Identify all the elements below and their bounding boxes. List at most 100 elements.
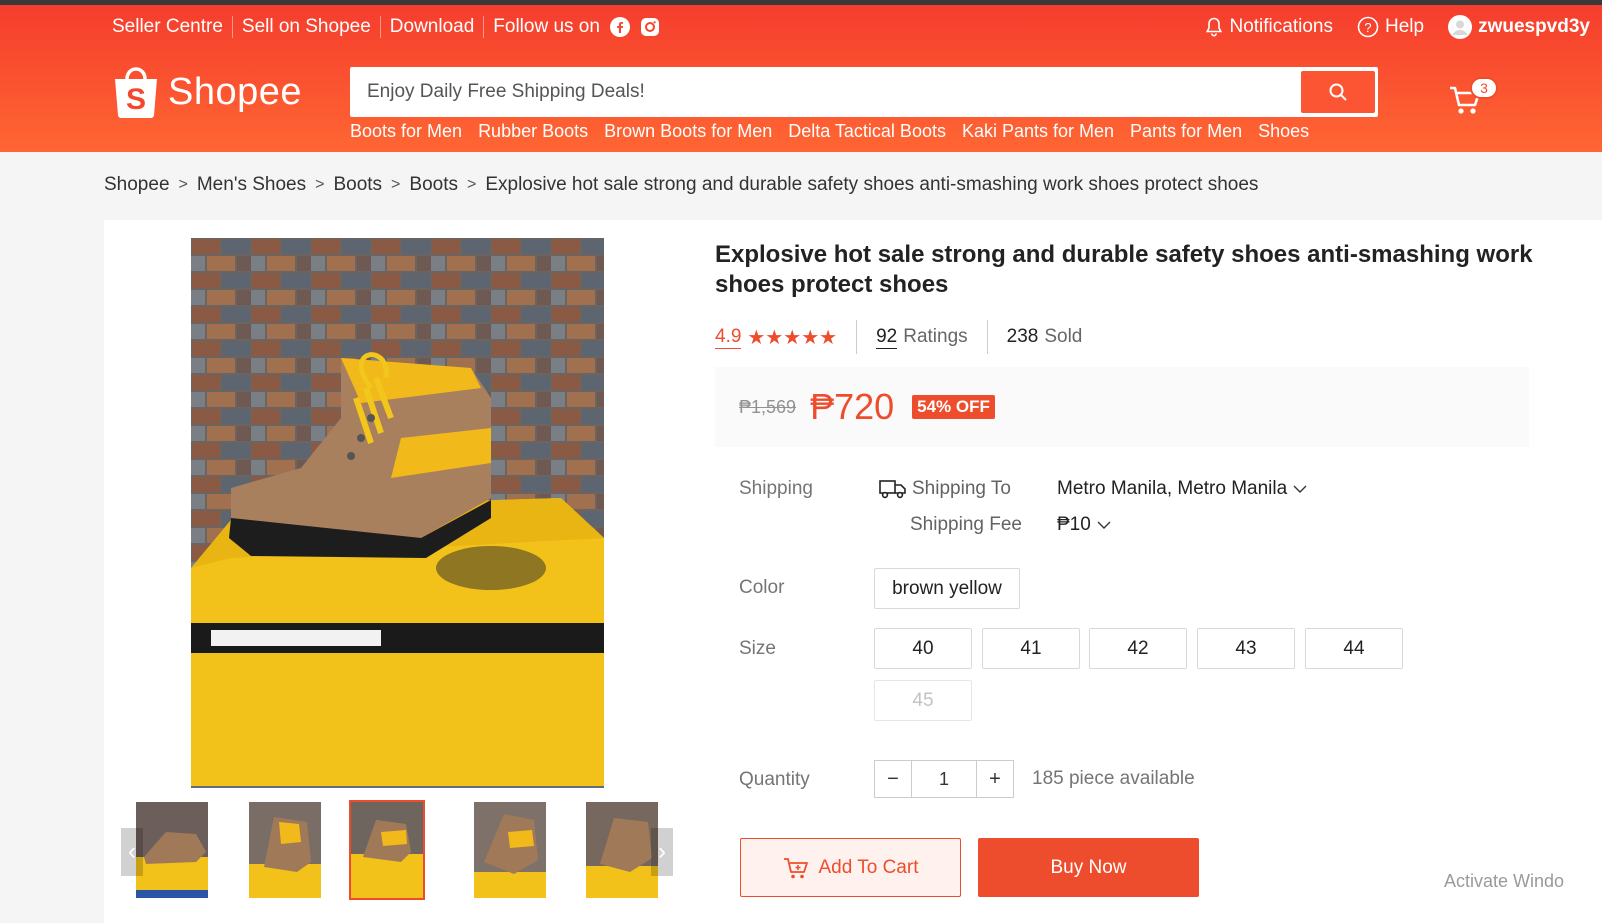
original-price: ₱1,569	[739, 396, 797, 417]
shipping-to-label: Shipping To	[912, 478, 1011, 499]
follow-label: Follow us on	[493, 16, 600, 37]
username: zwuespvd3y	[1478, 16, 1590, 37]
shipping-fee-row: Shipping Fee	[910, 514, 1022, 536]
size-option-43[interactable]: 43	[1197, 628, 1295, 669]
suggestion-link[interactable]: Brown Boots for Men	[604, 121, 772, 142]
suggestion-link[interactable]: Shoes	[1258, 121, 1309, 142]
search-button[interactable]	[1301, 71, 1375, 113]
thumbnail-strip: ‹ ›	[121, 800, 673, 903]
quantity-stepper: − 1 + 185 piece available	[874, 760, 1195, 798]
buy-now-button[interactable]: Buy Now	[978, 838, 1199, 897]
thumbnail[interactable]	[584, 800, 660, 900]
thumbnail-next-button[interactable]: ›	[651, 828, 673, 876]
breadcrumb-boots-sub[interactable]: Boots	[409, 174, 458, 196]
logo-text: Shopee	[168, 70, 303, 113]
price-box: ₱1,569 ₱720 54% OFF	[715, 367, 1529, 447]
sold-count: 238	[1006, 326, 1039, 347]
cart-button[interactable]: 3	[1448, 77, 1498, 123]
top-navbar: Seller Centre Sell on Shopee Download Fo…	[112, 13, 1602, 41]
cart-count-badge: 3	[1470, 77, 1498, 99]
shipping-fee-dropdown[interactable]: ₱10	[1057, 514, 1111, 536]
shipping-to-row: Shipping To	[879, 478, 1011, 500]
quantity-label: Quantity	[739, 769, 810, 790]
account-menu[interactable]: zwuespvd3y	[1436, 15, 1602, 39]
seller-centre-link[interactable]: Seller Centre	[112, 15, 232, 39]
follow-us: Follow us on	[484, 16, 660, 38]
thumbnail-active[interactable]	[349, 800, 425, 900]
chevron-down-icon	[1097, 521, 1111, 529]
quantity-decrease-button[interactable]: −	[874, 760, 912, 798]
thumbnail-prev-button[interactable]: ‹	[121, 828, 143, 876]
breadcrumb-boots[interactable]: Boots	[333, 174, 382, 196]
shopping-bag-logo-icon: S	[115, 67, 157, 118]
quantity-increase-button[interactable]: +	[976, 760, 1014, 798]
product-card: ‹ › Explosive hot sale strong and durabl…	[104, 220, 1602, 923]
color-label: Color	[739, 577, 785, 598]
chevron-down-icon	[1293, 485, 1307, 493]
discount-badge: 54% OFF	[912, 395, 995, 419]
product-main-image[interactable]	[191, 238, 604, 788]
chevron-right-icon: >	[466, 176, 477, 193]
breadcrumb-mens-shoes[interactable]: Men's Shoes	[197, 174, 306, 196]
size-option-45-disabled: 45	[874, 680, 972, 721]
search-icon	[1329, 83, 1347, 101]
shopee-header: Seller Centre Sell on Shopee Download Fo…	[0, 5, 1602, 152]
search-input[interactable]	[353, 70, 1301, 114]
ratings-count[interactable]: 92	[876, 326, 898, 349]
truck-icon	[879, 480, 906, 499]
size-option-41[interactable]: 41	[982, 628, 1080, 669]
rating-value[interactable]: 4.9	[715, 326, 742, 349]
add-cart-icon	[783, 857, 808, 878]
instagram-icon[interactable]	[640, 17, 660, 37]
breadcrumb: Shopee > Men's Shoes > Boots > Boots > E…	[104, 174, 1258, 196]
download-link[interactable]: Download	[381, 15, 484, 39]
shipping-location-value: Metro Manila, Metro Manila	[1057, 478, 1288, 499]
star-rating-icon: ★★★★★	[747, 326, 838, 349]
sold-label: Sold	[1044, 326, 1083, 347]
chevron-right-icon: >	[315, 176, 325, 193]
size-option-42[interactable]: 42	[1089, 628, 1187, 669]
search-suggestions: Boots for Men Rubber Boots Brown Boots f…	[350, 121, 1309, 142]
product-title: Explosive hot sale strong and durable sa…	[715, 241, 1533, 298]
size-option-40[interactable]: 40	[874, 628, 972, 669]
product-info: Explosive hot sale strong and durable sa…	[715, 240, 1545, 897]
breadcrumb-current: Explosive hot sale strong and durable sa…	[485, 174, 1259, 195]
suggestion-link[interactable]: Boots for Men	[350, 121, 462, 142]
shipping-fee-label: Shipping Fee	[910, 514, 1022, 535]
help-label: Help	[1384, 16, 1425, 37]
shipping-location-dropdown[interactable]: Metro Manila, Metro Manila	[1057, 478, 1307, 500]
notifications-label: Notifications	[1229, 16, 1333, 37]
ratings-label: Ratings	[903, 326, 968, 347]
shopee-logo[interactable]: S Shopee	[112, 65, 302, 119]
size-option-44[interactable]: 44	[1305, 628, 1403, 669]
facebook-icon[interactable]	[609, 17, 630, 37]
avatar	[1448, 15, 1473, 39]
thumbnail[interactable]	[472, 800, 548, 900]
color-option-brown-yellow[interactable]: brown yellow	[874, 568, 1020, 609]
shipping-label: Shipping	[739, 478, 813, 499]
add-to-cart-button[interactable]: Add To Cart	[740, 838, 961, 897]
chevron-right-icon: >	[391, 176, 401, 193]
thumbnail[interactable]	[247, 800, 323, 900]
suggestion-link[interactable]: Rubber Boots	[478, 121, 588, 142]
current-price: ₱720	[810, 386, 895, 427]
suggestion-link[interactable]: Pants for Men	[1130, 121, 1242, 142]
windows-activation-watermark: Activate Windo	[1444, 871, 1565, 891]
quantity-input[interactable]: 1	[912, 760, 976, 798]
sell-on-shopee-link[interactable]: Sell on Shopee	[233, 15, 380, 39]
suggestion-link[interactable]: Kaki Pants for Men	[962, 121, 1114, 142]
search-bar	[350, 67, 1378, 117]
stock-available: 185 piece available	[1032, 768, 1195, 789]
divider	[986, 320, 988, 354]
divider	[856, 320, 858, 354]
bell-icon	[1206, 17, 1223, 37]
notifications-link[interactable]: Notifications	[1193, 15, 1345, 39]
svg-text:?: ?	[1364, 20, 1371, 35]
add-to-cart-label: Add To Cart	[818, 856, 919, 878]
thumbnail[interactable]	[134, 800, 210, 900]
breadcrumb-shopee[interactable]: Shopee	[104, 174, 170, 196]
suggestion-link[interactable]: Delta Tactical Boots	[788, 121, 946, 142]
chevron-left-icon: ‹	[128, 838, 136, 865]
help-link[interactable]: ? Help	[1345, 15, 1436, 39]
help-icon: ?	[1357, 16, 1379, 38]
